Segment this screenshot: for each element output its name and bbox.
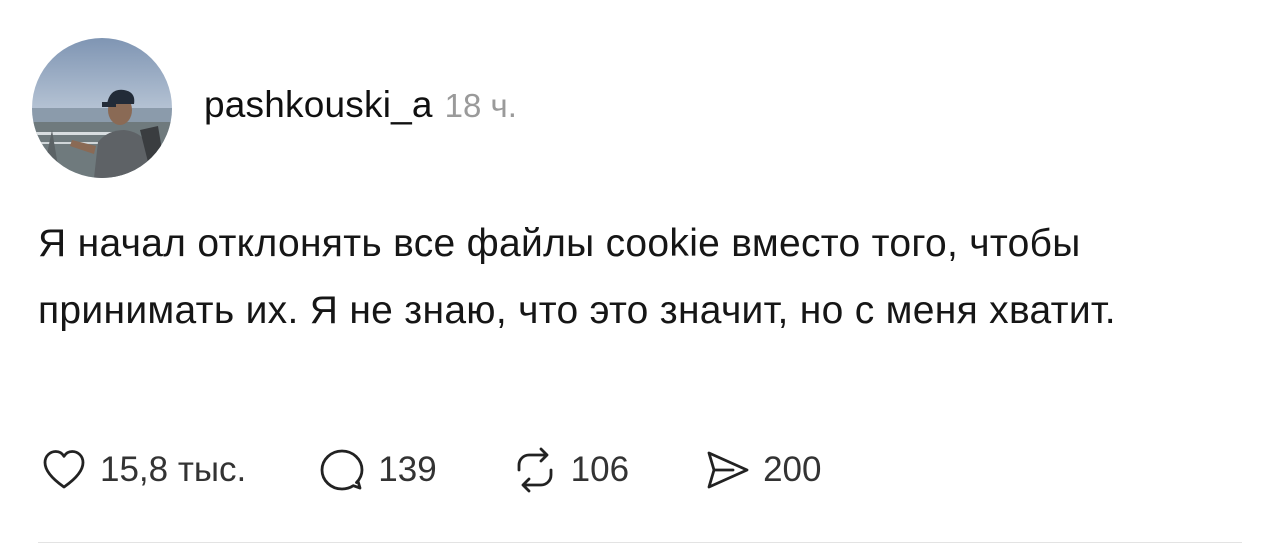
post-actions: 15,8 тыс. 139 106 200 [38, 440, 821, 500]
divider [38, 542, 1242, 543]
like-count: 15,8 тыс. [100, 450, 247, 489]
repost-button[interactable]: 106 [509, 444, 629, 496]
repost-count: 106 [570, 450, 630, 489]
post-header: pashkouski_a 18 ч. [32, 38, 517, 178]
share-count: 200 [763, 450, 822, 489]
comment-icon [316, 444, 368, 496]
share-icon [701, 444, 753, 496]
post-meta: pashkouski_a 18 ч. [204, 84, 517, 132]
username[interactable]: pashkouski_a [204, 84, 433, 126]
post-card: pashkouski_a 18 ч. Я начал отклонять все… [0, 0, 1280, 560]
timestamp: 18 ч. [444, 87, 517, 124]
like-button[interactable]: 15,8 тыс. [38, 444, 246, 496]
post-text: Я начал отклонять все файлы cookie вмест… [38, 222, 1116, 332]
comment-button[interactable]: 139 [316, 444, 437, 496]
heart-icon [38, 444, 90, 496]
avatar-photo [32, 38, 172, 178]
share-button[interactable]: 200 [701, 444, 821, 496]
repost-icon [509, 444, 561, 496]
comment-count: 139 [378, 450, 437, 489]
avatar[interactable] [32, 38, 172, 178]
